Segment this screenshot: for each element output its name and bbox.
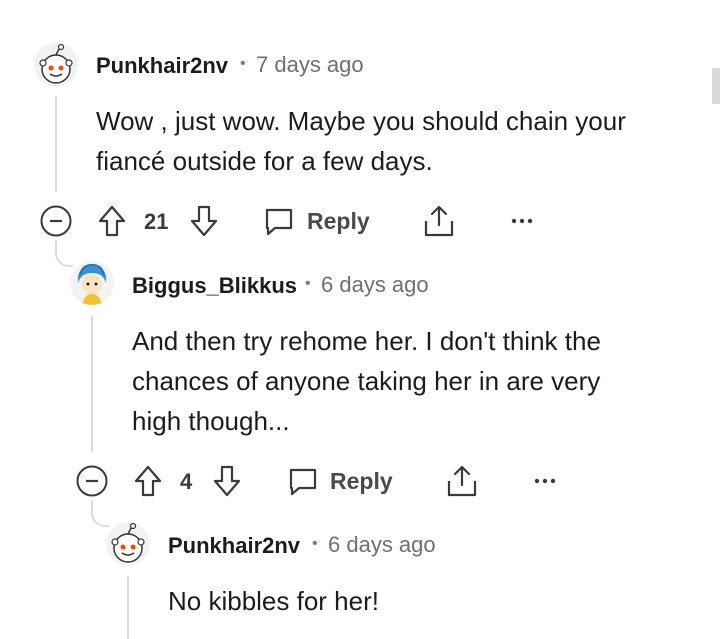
username[interactable]: Biggus_Blikkus xyxy=(132,273,297,299)
comment-line: And then try rehome her. I don't think t… xyxy=(132,326,601,356)
comment-body: Wow , just wow. Maybe you should chain y… xyxy=(96,101,626,181)
collapse-minus-icon[interactable] xyxy=(40,205,72,237)
avatar[interactable] xyxy=(70,261,114,305)
comment-body: And then try rehome her. I don't think t… xyxy=(132,321,601,441)
thread-connector xyxy=(55,240,73,267)
comment-body: No kibbles for her! xyxy=(168,581,379,621)
thread-line[interactable] xyxy=(127,576,129,639)
share-icon[interactable] xyxy=(422,203,456,239)
vote-count: 4 xyxy=(180,469,193,494)
reply-label: Reply xyxy=(330,468,393,494)
vote-count: 21 xyxy=(144,209,169,234)
more-dots-icon[interactable] xyxy=(534,477,558,485)
separator-dot: • xyxy=(312,535,318,552)
timestamp: 6 days ago xyxy=(321,272,429,297)
snoo-avatar-icon xyxy=(39,43,73,84)
thread-line[interactable] xyxy=(91,316,93,452)
timestamp: 6 days ago xyxy=(328,532,436,557)
reply-label: Reply xyxy=(307,208,370,234)
comment-line: fiancé outside for a few days. xyxy=(96,146,433,176)
comment-line: Wow , just wow. Maybe you should chain y… xyxy=(96,106,626,136)
avatar[interactable] xyxy=(34,43,78,87)
collapse-minus-icon[interactable] xyxy=(76,465,108,497)
comment-line: No kibbles for her! xyxy=(168,586,379,616)
comment-line: chances of anyone taking her in are very xyxy=(132,366,601,396)
upvote-arrow-icon[interactable] xyxy=(133,464,163,498)
avatar[interactable] xyxy=(106,522,150,566)
thread-connector xyxy=(91,500,109,527)
separator-dot: • xyxy=(240,55,246,72)
comment-line: high though... xyxy=(132,406,290,436)
username[interactable]: Punkhair2nv xyxy=(96,53,228,79)
downvote-arrow-icon[interactable] xyxy=(189,204,219,238)
username[interactable]: Punkhair2nv xyxy=(168,533,300,559)
share-icon[interactable] xyxy=(445,463,479,499)
thread-line[interactable] xyxy=(55,96,57,192)
downvote-arrow-icon[interactable] xyxy=(212,464,242,498)
scrollbar[interactable] xyxy=(712,68,720,104)
snoo-avatar-icon xyxy=(111,522,145,563)
more-dots-icon[interactable] xyxy=(511,217,535,225)
reply-bubble-icon xyxy=(289,468,317,496)
reply-bubble-icon xyxy=(265,208,293,236)
timestamp: 7 days ago xyxy=(256,52,364,77)
separator-dot: • xyxy=(305,275,311,292)
upvote-arrow-icon[interactable] xyxy=(97,204,127,238)
blue-hair-avatar-icon xyxy=(77,263,107,305)
